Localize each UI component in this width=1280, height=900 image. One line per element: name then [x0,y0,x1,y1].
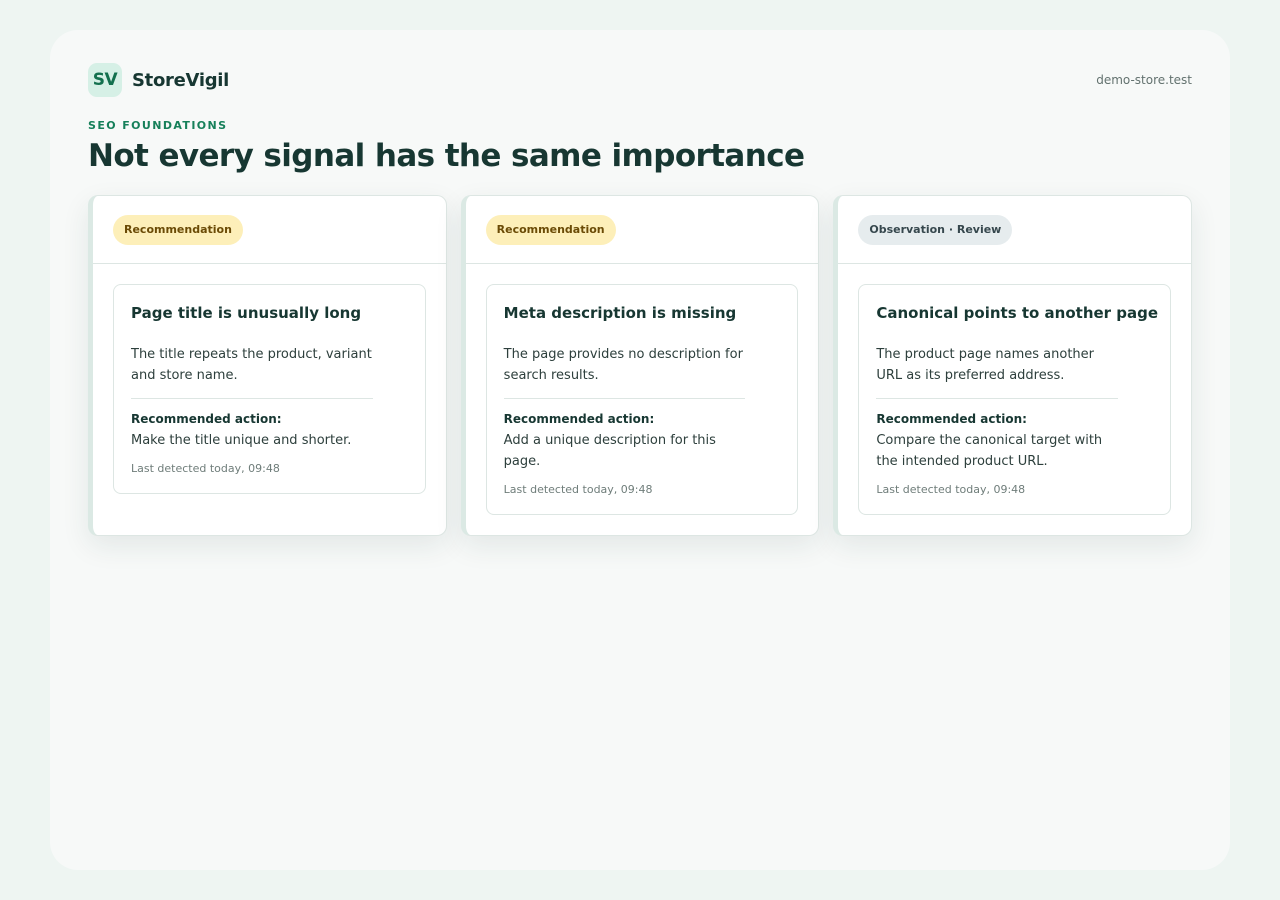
issue-item[interactable]: Meta description is missing The page pro… [485,284,799,515]
issue-title: Page title is unusually long [131,304,362,322]
issue-title: Canonical points to another page [876,304,1159,322]
issue-description: The product page names another URL as it… [876,344,1119,399]
severity-badge: Observation · Review [858,214,1013,245]
action-text: Add a unique description for this page. [503,433,716,469]
logo: SV [88,63,122,97]
issue-description: The page provides no description for sea… [503,344,746,399]
severity-badge: Recommendation [113,214,243,245]
issue-description: The title repeats the product, variant a… [131,344,373,399]
detected-timestamp: Last detected today, 09:48 [131,462,280,475]
signal-card: Recommendation Meta description is missi… [460,195,820,536]
app-frame: SV StoreVigil demo-store.test SEO FOUNDA… [50,30,1230,870]
brand[interactable]: SV StoreVigil [88,63,229,97]
detected-timestamp: Last detected today, 09:48 [876,483,1026,496]
action-label: Recommended action: [876,412,1027,426]
brand-name: StoreVigil [132,69,230,91]
card-header: Recommendation [465,196,819,264]
card-header: Recommendation [93,196,446,264]
section-eyebrow: SEO FOUNDATIONS [88,119,228,132]
page-title: Not every signal has the same importance [88,138,805,174]
issue-item[interactable]: Page title is unusually long The title r… [113,284,426,494]
action-text: Compare the canonical target with the in… [876,433,1103,469]
detected-timestamp: Last detected today, 09:48 [503,483,653,496]
signal-cards: Recommendation Page title is unusually l… [88,195,1193,536]
issue-title: Meta description is missing [503,304,737,322]
header: SV StoreVigil demo-store.test [88,62,1192,98]
signal-card: Observation · Review Canonical points to… [833,195,1193,536]
action-label: Recommended action: [503,412,655,426]
action-text: Make the title unique and shorter. [131,433,352,448]
action-label: Recommended action: [131,412,282,426]
store-domain: demo-store.test [1096,73,1192,87]
card-header: Observation · Review [838,196,1192,264]
issue-item[interactable]: Canonical points to another page The pro… [858,284,1172,515]
severity-badge: Recommendation [485,214,616,245]
signal-card: Recommendation Page title is unusually l… [88,195,447,536]
